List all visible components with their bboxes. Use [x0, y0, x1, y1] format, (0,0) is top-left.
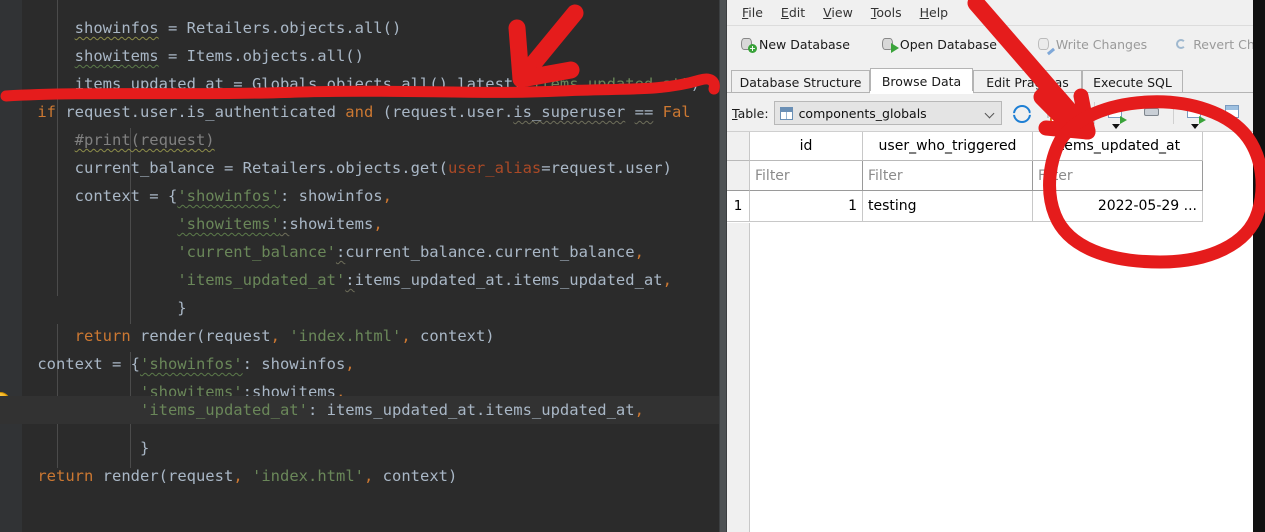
print-icon[interactable] [1141, 101, 1163, 125]
column-header-id[interactable]: id [750, 132, 863, 161]
column-display-icon[interactable] [1222, 101, 1244, 125]
toolbar-separator [1172, 102, 1174, 124]
active-tab-joiner [870, 91, 973, 94]
code-line[interactable]: 'items_updated_at':items_updated_at.item… [0, 266, 719, 294]
code-line[interactable]: context = {'showinfos': showinfos, [0, 350, 719, 378]
window-edge-strip [1253, 0, 1265, 532]
menu-item-tools[interactable]: Tools [862, 2, 911, 23]
cell-user-who-triggered[interactable]: testing [863, 191, 1033, 222]
open-database-label: Open Database [899, 37, 997, 52]
code-line[interactable]: #print(request) [0, 126, 719, 154]
table-selector-row: Table: components_globals [727, 95, 1253, 131]
clear-sorting-icon[interactable] [1066, 101, 1088, 125]
filter-input-id[interactable]: Filter [750, 161, 863, 191]
cell-id[interactable]: 1 [750, 191, 863, 222]
tab-edit-pragmas[interactable]: Edit Pragmas [973, 70, 1082, 93]
column-header-user-who-triggered[interactable]: user_who_triggered [863, 132, 1033, 161]
table-row[interactable]: 1 1 testing 2022-05-29 ... [727, 191, 1253, 222]
table-selector-value: components_globals [798, 105, 927, 121]
column-header-items-updated-at[interactable]: items_updated_at [1033, 132, 1203, 161]
tab-strip: Database Structure Browse Data Edit Prag… [727, 68, 1253, 94]
code-editor[interactable]: showinfos = Retailers.objects.all() show… [0, 0, 719, 532]
revert-changes-button[interactable]: Revert Changes [1168, 33, 1265, 56]
tab-label: Browse Data [881, 74, 962, 89]
open-database-dropdown-caret-icon[interactable]: ▼ [1012, 51, 1019, 61]
menu-item-view[interactable]: View [814, 2, 862, 23]
filter-input-items-updated-at[interactable]: Filter [1033, 161, 1203, 191]
new-record-icon[interactable] [1184, 101, 1206, 129]
code-line[interactable]: showinfos = Retailers.objects.all() [0, 14, 719, 42]
code-line[interactable]: } [0, 434, 719, 462]
code-line[interactable]: items_updated_at = Globals.objects.all()… [0, 70, 719, 98]
code-line[interactable]: showitems = Items.objects.all() [0, 42, 719, 70]
write-changes-button[interactable]: Write Changes [1031, 33, 1154, 56]
code-line-highlighted[interactable]: 'items_updated_at': items_updated_at.ite… [0, 396, 719, 424]
new-database-label: New Database [759, 37, 850, 52]
menu-item-file[interactable]: File [733, 2, 772, 23]
grid-filter-corner [727, 161, 750, 191]
db-browser-window: File Edit View Tools Help + New Database… [727, 0, 1265, 532]
table-selector-label: Table: [732, 105, 769, 121]
code-line[interactable]: return render(request, 'index.html', con… [0, 322, 719, 350]
menu-item-edit[interactable]: Edit [772, 2, 814, 23]
code-text[interactable]: showinfos = Retailers.objects.all() show… [0, 0, 719, 532]
row-number[interactable]: 1 [727, 191, 750, 222]
code-line[interactable]: if request.user.is_authenticated and (re… [0, 98, 719, 126]
code-line[interactable]: return render(request, 'index.html', con… [0, 462, 719, 490]
new-database-icon: + [741, 37, 757, 53]
cell-items-updated-at[interactable]: 2022-05-29 ... [1033, 191, 1203, 222]
tab-execute-sql[interactable]: Execute SQL [1082, 70, 1183, 93]
open-database-icon [881, 37, 899, 53]
tab-strip-underline [727, 92, 1253, 93]
editor-scrollbar[interactable] [719, 0, 727, 532]
toolbar-separator [1093, 102, 1095, 124]
code-line[interactable]: current_balance = Retailers.objects.get(… [0, 154, 719, 182]
tab-label: Edit Pragmas [986, 74, 1069, 90]
open-database-button[interactable]: Open Database [875, 33, 1004, 56]
screenshot-root: showinfos = Retailers.objects.all() show… [0, 0, 1265, 532]
insert-record-icon[interactable] [1105, 101, 1127, 129]
write-changes-icon [1037, 37, 1055, 56]
revert-changes-icon [1175, 37, 1190, 52]
tab-database-structure[interactable]: Database Structure [731, 70, 870, 93]
filter-input-user-who-triggered[interactable]: Filter [863, 161, 1033, 191]
grid-empty-area [750, 223, 1253, 532]
clear-filters-icon[interactable] [1038, 101, 1060, 125]
code-line[interactable]: 'showitems':showitems, [0, 210, 719, 238]
code-line[interactable]: context = {'showinfos': showinfos, [0, 182, 719, 210]
main-toolbar: + New Database Open Database ▼ Write Cha… [727, 26, 1265, 63]
code-line[interactable]: 'current_balance':current_balance.curren… [0, 238, 719, 266]
editor-scrollbar-thumb[interactable] [720, 0, 726, 532]
new-database-button[interactable]: + New Database [734, 33, 857, 56]
grid-filter-row: Filter Filter Filter [727, 161, 1253, 191]
menu-bar: File Edit View Tools Help [727, 0, 1253, 25]
table-icon [779, 106, 793, 120]
chevron-down-icon[interactable] [984, 108, 995, 119]
grid-empty-row-header-strip [727, 223, 750, 532]
refresh-icon[interactable] [1010, 101, 1032, 125]
grid-header-row: id user_who_triggered items_updated_at [727, 132, 1253, 161]
grid-corner-cell[interactable] [727, 132, 750, 161]
code-line[interactable]: } [0, 294, 719, 322]
data-grid[interactable]: id user_who_triggered items_updated_at F… [727, 131, 1253, 532]
tab-label: Database Structure [739, 74, 862, 90]
tab-label: Execute SQL [1093, 74, 1172, 90]
table-selector-combobox[interactable]: components_globals [773, 101, 1002, 125]
write-changes-label: Write Changes [1055, 37, 1148, 52]
menu-item-help[interactable]: Help [911, 2, 958, 23]
